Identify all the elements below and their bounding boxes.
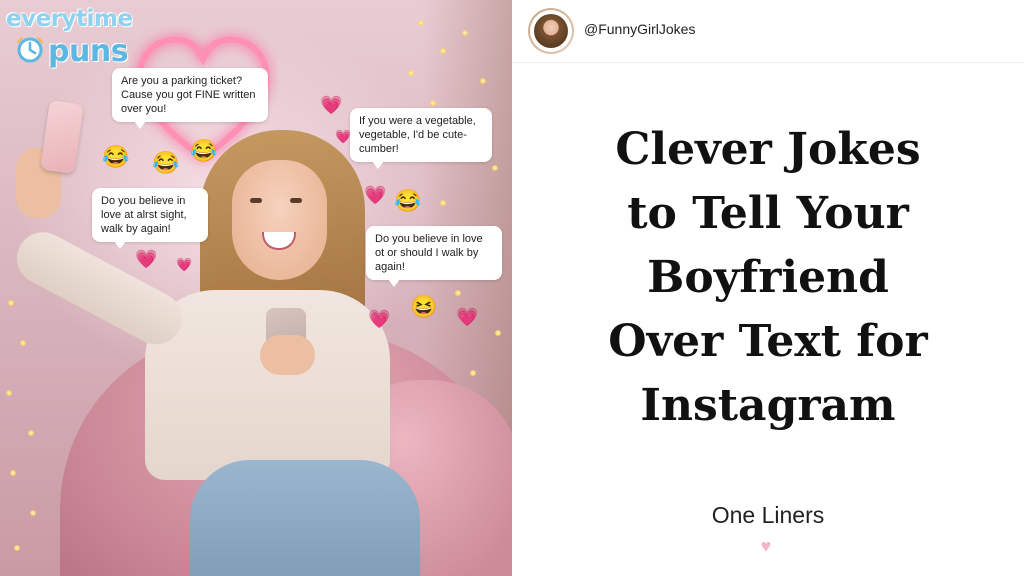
post-title: Clever Jokes to Tell Your Boyfriend Over… [542,118,994,438]
heart-icon: 💗 [456,307,479,327]
heart-icon: 💗 [135,249,158,269]
laughing-emoji-icon: 😂 [394,188,422,213]
title-line: Clever Jokes [615,124,921,175]
grinning-emoji-icon: 😆 [410,294,438,319]
everytime-puns-logo: everytime puns [4,4,144,76]
laughing-emoji-icon: 😂 [190,138,218,163]
post-header: @FunnyGirlJokes [512,0,1024,63]
title-line: Boyfriend [647,252,889,303]
post-panel: @FunnyGirlJokes Clever Jokes to Tell You… [512,0,1024,576]
jeans [190,460,420,576]
logo-word-puns: puns [48,34,129,69]
photo-panel: Are you a parking ticket? Cause you got … [0,0,512,576]
post-subtitle: One Liners [711,502,825,528]
avatar[interactable] [528,8,574,54]
selfie-phone [40,99,84,175]
logo-word-everytime: everytime [6,6,133,32]
laughing-emoji-icon: 😂 [152,150,180,175]
woman-face [232,160,327,280]
raised-arm [7,223,192,354]
holding-hand [260,335,315,375]
speech-bubble: Do you believe in love at alrst sight, w… [92,188,208,249]
profile-handle[interactable]: @FunnyGirlJokes [584,21,695,37]
eye-left [250,198,262,203]
eye-right [290,198,302,203]
heart-icon: ♥ [760,536,772,556]
avatar-photo [534,14,568,48]
heart-icon: 💗 [364,185,387,205]
laughing-emoji-icon: 😂 [102,144,130,169]
heart-icon: 💗 [320,95,343,115]
heart-icon: 💗 [335,129,352,144]
title-line: Over Text for [608,316,928,367]
speech-bubble: Are you a parking ticket? Cause you got … [112,68,268,129]
heart-icon: 💗 [368,309,391,329]
speech-bubble: Do you believe in love ot or should I wa… [366,226,502,287]
title-line: to Tell Your [627,188,909,239]
heart-icon: 💗 [176,257,193,272]
speech-bubble: If you were a vegetable, vegetable, I'd … [350,108,492,169]
clock-icon [17,37,43,63]
title-line: Instagram [640,380,896,431]
